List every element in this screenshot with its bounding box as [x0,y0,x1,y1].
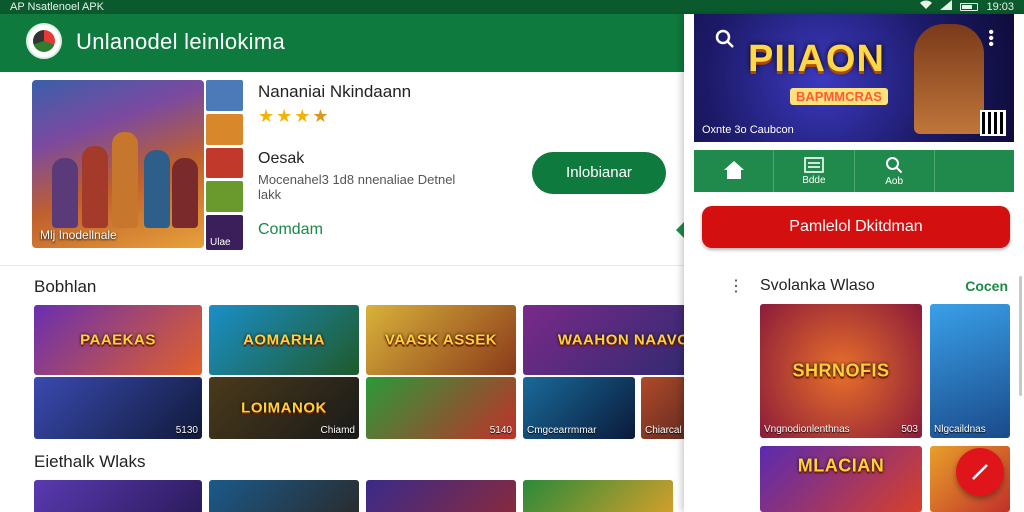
tile-title: SHRNOFIS [792,360,890,381]
panel-pointer [676,222,684,238]
overflow-menu-icon[interactable]: • • • [988,25,994,53]
nav-search[interactable]: Aob [855,150,935,192]
game-tile[interactable]: 5130 [34,377,202,439]
banner-title: PIIAON [748,38,885,80]
app-logo[interactable] [26,23,62,59]
nav-extra[interactable] [935,150,1014,192]
signal-icon [940,0,953,14]
rating-stars: ★ ★ ★ ★ [258,107,329,125]
thumbnail[interactable] [206,181,243,213]
featured-hero-image[interactable]: Mlj Inodellnale [32,80,204,248]
game-tile[interactable] [34,480,202,512]
tile-title: AOMARHA [243,331,325,349]
tile-caption: Cmgcearrmmar [527,425,597,436]
commit-link[interactable]: Comdam [258,221,323,239]
tile-title: VAASK ASSEK [384,331,498,349]
nav-label: Aob [885,175,904,187]
star-icon: ★ [258,106,275,126]
status-bar: AP Nsatlenoel APK 19:03 [0,0,1024,14]
thumbnail[interactable] [206,80,243,111]
side-panel: PIIAON BAPMMCRAS Oxnte 3o Caubcon • • • Bd… [684,14,1024,512]
game-tile[interactable] [209,480,359,512]
game-tile[interactable]: AOMARHA [209,305,359,375]
tile-title: MLACIAN [797,455,885,476]
game-tile[interactable]: MLACIAN [760,446,922,512]
tile-badge: 5140 [489,425,512,436]
game-tile[interactable]: Nlgcaildnas [930,304,1010,438]
promo-banner[interactable]: PIIAON BAPMMCRAS Oxnte 3o Caubcon • • • [694,14,1014,142]
banner-caption: Oxnte 3o Caubcon [702,124,794,136]
tile-badge: Chiamd [320,425,355,436]
tile-title: LOIMANOK [241,399,327,417]
status-time: 19:03 [986,1,1014,13]
search-icon[interactable] [714,28,736,50]
featured-app-name: Nananiai Nkindaann [258,82,412,101]
tile-caption: Nlgcaildnas [934,424,986,435]
home-icon [723,161,744,179]
game-tile[interactable]: PAAEKAS [34,305,202,375]
thumbnail[interactable]: Ulae [206,215,243,250]
primary-action-button[interactable]: Pamlelol Dkitdman [702,206,1010,248]
game-tile[interactable]: LOIMANOK Chiamd [209,377,359,439]
list-icon [804,156,824,173]
nav-label: Bdde [802,174,826,186]
search-icon [886,156,903,173]
featured-description: Mocenahel3 1d8 nnenaliae Detnel lakk [258,172,456,202]
game-tile[interactable]: VAASK ASSEK [366,305,516,375]
star-icon: ★ [276,106,293,126]
tile-title: PAAEKAS [80,331,156,349]
tile-badge: 5130 [175,425,198,436]
panel-section-title: Svolanka Wlaso [760,277,875,294]
app-title: Unlanodel leinlokima [76,29,286,54]
nav-list[interactable]: Bdde [774,150,855,192]
panel-nav-bar: Bdde Aob [694,150,1014,192]
section-title: Bobhlan [34,277,97,296]
floating-action-button[interactable] [956,448,1004,496]
wifi-icon [920,0,933,14]
featured-hero-caption: Mlj Inodellnale [40,228,117,242]
battery-icon [960,3,979,11]
app-screen: AP Nsatlenoel APK 19:03 Unlanodel leinlo… [0,0,1024,512]
game-tile[interactable] [523,480,673,512]
edit-icon [972,464,988,480]
star-icon: ★ [294,106,311,126]
game-tile[interactable]: 5140 [366,377,516,439]
game-tile[interactable]: SHRNOFIS Vngnodionlenthnas 503 [760,304,922,438]
see-more-link[interactable]: Cocen [965,278,1008,294]
game-tile[interactable]: Cmgcearrmmar [523,377,635,439]
divider [0,265,684,266]
section-title: Eiethalk Wlaks [34,452,146,471]
install-button[interactable]: Inlobianar [532,152,666,194]
banner-subtitle: BAPMMCRAS [790,88,888,105]
star-icon: ★ [312,106,329,126]
more-options-icon[interactable]: ⋮ [728,276,744,296]
featured-thumbnails: Ulae [206,80,243,250]
thumbnail[interactable] [206,113,243,145]
thumbnail[interactable] [206,147,243,179]
qr-code-icon [980,110,1006,136]
thumbnail-label: Ulae [210,236,231,248]
scrollbar[interactable] [1019,276,1022,396]
nav-home[interactable] [694,150,775,192]
status-app-name: AP Nsatlenoel APK [10,1,104,13]
featured-section-label: Oesak [258,150,305,167]
main-content: Mlj Inodellnale Ulae Nananiai Nkindaann … [0,72,747,512]
game-tile[interactable] [366,480,516,512]
banner-character [914,24,984,134]
tile-badge: 503 [901,424,918,435]
tile-caption: Vngnodionlenthnas [764,424,850,435]
